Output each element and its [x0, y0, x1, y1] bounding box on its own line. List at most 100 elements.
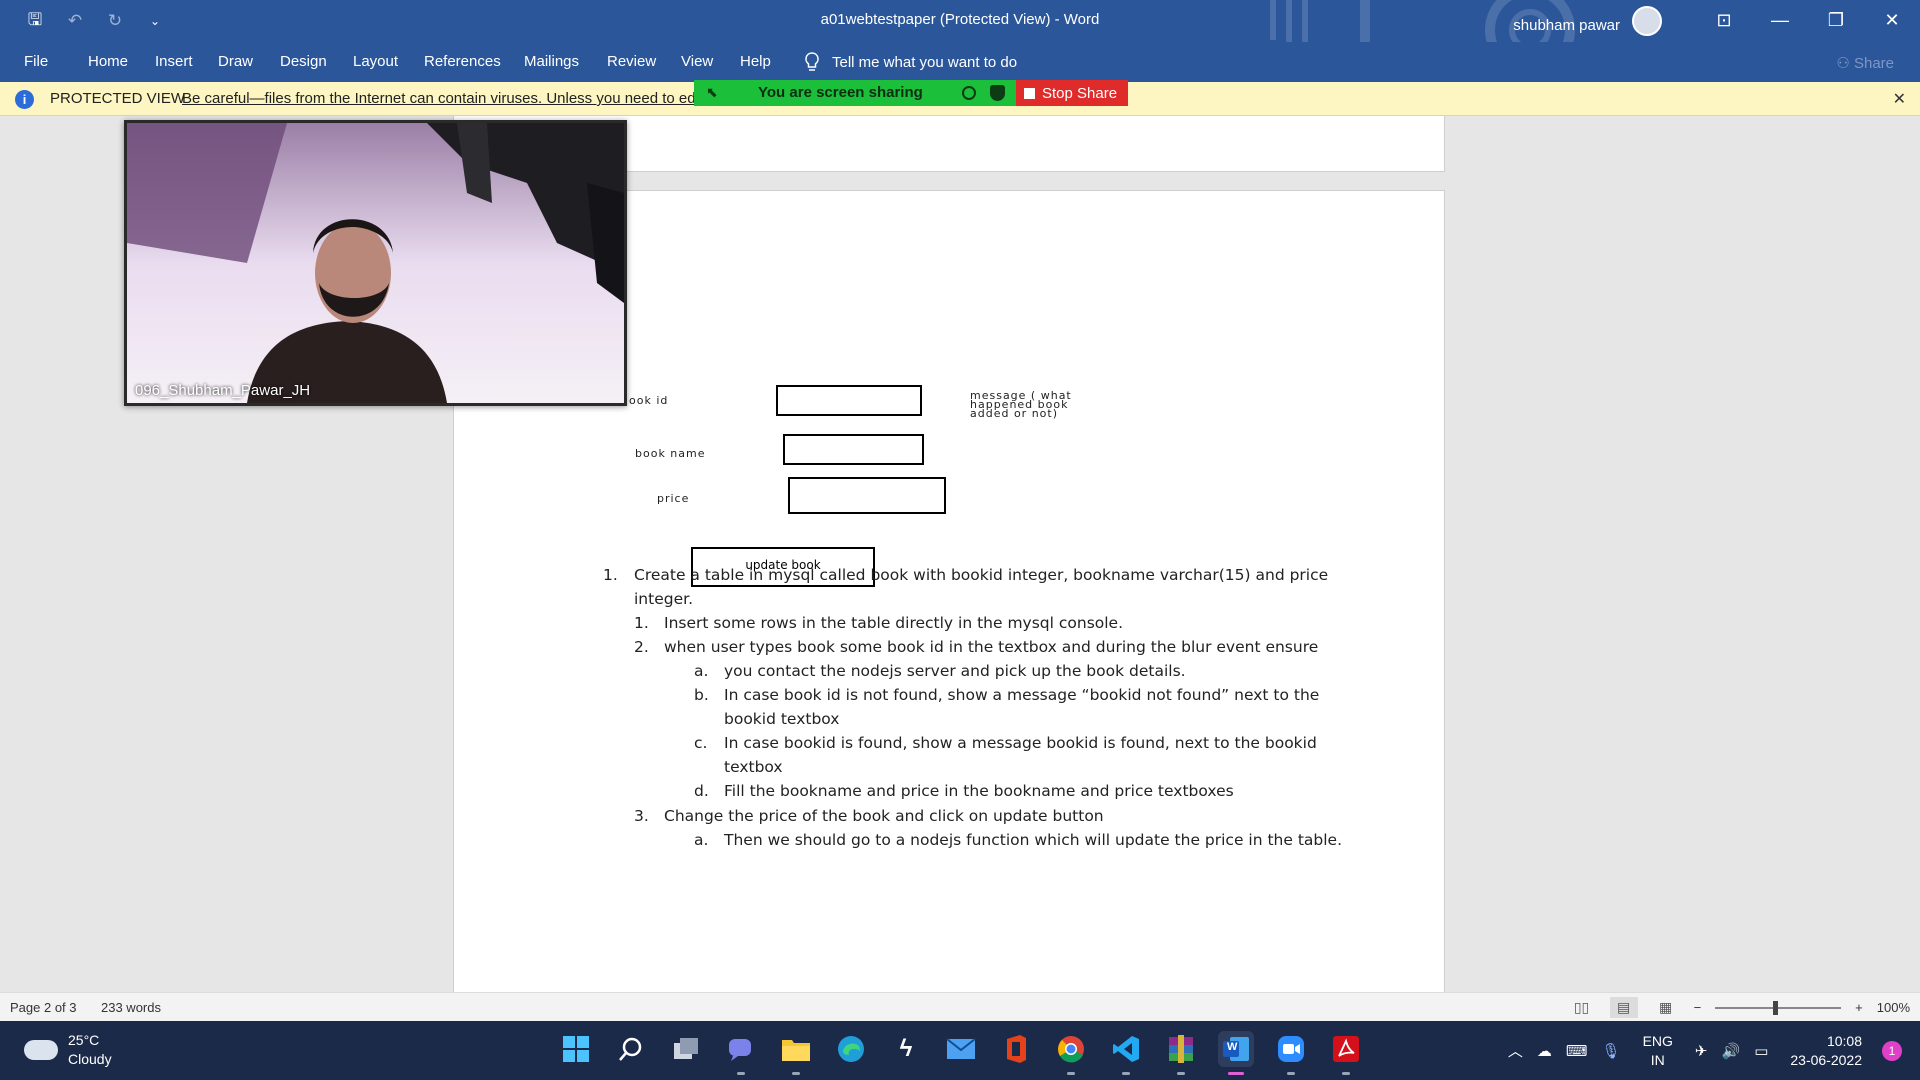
windows-start-icon[interactable] — [558, 1031, 594, 1067]
list-text: In case book id is not found, show a mes… — [724, 686, 1320, 704]
keyboard-icon[interactable]: ⌨ — [1566, 1042, 1588, 1060]
clock[interactable]: 10:08 23-06-2022 — [1790, 1032, 1862, 1070]
title-bar: 🖫 ↶ ↻ ⌄ a01webtestpaper (Protected View)… — [0, 0, 1920, 75]
tab-layout[interactable]: Layout — [353, 53, 398, 70]
minimize-button[interactable]: — — [1752, 0, 1808, 40]
list-marker: 2. — [634, 638, 649, 656]
record-icon[interactable] — [962, 86, 976, 100]
mail-icon[interactable] — [943, 1031, 979, 1067]
weather-widget[interactable]: 25°C Cloudy — [24, 1031, 112, 1069]
protected-view-message[interactable]: Be careful—files from the Internet can c… — [182, 90, 703, 107]
print-layout-icon[interactable]: ▤ — [1609, 997, 1638, 1018]
price-label: price — [657, 492, 690, 505]
system-tray: ︿ ☁ ⌨ 🎙 ENG IN ✈ 🔊 ▭ 10:08 23-06-2022 1 — [1508, 1021, 1920, 1080]
list-text: Insert some rows in the table directly i… — [664, 614, 1124, 632]
list-marker: b. — [694, 686, 709, 704]
lightbulb-icon — [805, 52, 819, 71]
task-view-icon[interactable] — [668, 1031, 704, 1067]
microphone-icon[interactable]: 🎙 — [1602, 1042, 1621, 1060]
user-account[interactable]: shubham pawar — [1513, 6, 1662, 40]
tab-view[interactable]: View — [681, 53, 713, 70]
user-name: shubham pawar — [1513, 16, 1620, 34]
zoom-icon[interactable] — [1273, 1031, 1309, 1075]
clock-date: 23-06-2022 — [1790, 1051, 1862, 1068]
window-controls: ⊡ — ❐ ✕ — [1696, 0, 1920, 40]
book-name-label: book name — [635, 447, 706, 460]
list-marker: c. — [694, 734, 708, 752]
tell-me-text: Tell me what you want to do — [832, 53, 1018, 71]
ribbon-display-options-icon[interactable]: ⊡ — [1696, 0, 1752, 40]
avatar[interactable] — [1632, 6, 1662, 36]
list-marker: 3. — [634, 807, 649, 825]
list-text: bookid textbox — [724, 710, 840, 728]
book-id-label: ook id — [629, 394, 669, 407]
shield-icon[interactable] — [990, 85, 1005, 101]
list-marker: a. — [694, 831, 709, 849]
word-taskbar-icon[interactable]: W — [1218, 1031, 1254, 1075]
notification-badge[interactable]: 1 — [1882, 1040, 1902, 1061]
tab-design[interactable]: Design — [280, 53, 327, 70]
clock-time: 10:08 — [1826, 1032, 1862, 1049]
share-button[interactable]: ⚇ Share — [1836, 54, 1894, 72]
list-marker: 1. — [634, 614, 649, 632]
list-text: textbox — [724, 758, 783, 776]
list-text: integer. — [634, 590, 693, 608]
tab-help[interactable]: Help — [740, 53, 771, 70]
screen-share-status[interactable]: ⬉ You are screen sharing — [694, 80, 1016, 106]
tab-mailings[interactable]: Mailings — [524, 53, 579, 70]
zoom-slider-thumb[interactable] — [1773, 1000, 1779, 1015]
zoom-in-button[interactable]: + — [1855, 1000, 1863, 1015]
office-icon[interactable] — [998, 1031, 1034, 1067]
list-marker: a. — [694, 662, 709, 680]
close-icon[interactable]: ✕ — [1893, 89, 1906, 109]
chevron-up-icon[interactable]: ︿ — [1508, 1040, 1523, 1061]
tab-insert[interactable]: Insert — [155, 53, 193, 70]
file-explorer-icon[interactable] — [778, 1031, 814, 1075]
page-count[interactable]: Page 2 of 3 — [10, 1000, 77, 1015]
zoom-slider[interactable] — [1715, 1000, 1842, 1015]
webcam-video[interactable]: 096_Shubham_Pawar_JH — [124, 120, 627, 406]
chrome-icon[interactable] — [1053, 1031, 1089, 1075]
volume-icon[interactable]: 🔊 — [1722, 1042, 1741, 1060]
list-marker: d. — [694, 782, 709, 800]
list-text: Fill the bookname and price in the bookn… — [724, 782, 1234, 800]
language-indicator[interactable]: ENG IN — [1643, 1032, 1673, 1070]
share-label: Share — [1853, 55, 1894, 72]
edge-icon[interactable] — [833, 1031, 869, 1067]
tab-draw[interactable]: Draw — [218, 53, 253, 70]
tab-home[interactable]: Home — [88, 53, 128, 70]
pin-icon[interactable]: ⬉ — [706, 84, 718, 101]
winrar-icon[interactable] — [1163, 1031, 1199, 1075]
person-icon: ⚇ — [1836, 55, 1850, 72]
teams-chat-icon[interactable] — [723, 1031, 759, 1075]
word-count[interactable]: 233 words — [101, 1000, 161, 1015]
tab-references[interactable]: References — [424, 53, 501, 70]
web-layout-icon[interactable]: ▦ — [1652, 997, 1680, 1018]
bolt-app-icon[interactable]: ϟ — [888, 1031, 924, 1067]
acrobat-icon[interactable] — [1328, 1031, 1364, 1075]
tab-file[interactable]: File — [24, 53, 48, 70]
weather-description: Cloudy — [68, 1051, 112, 1067]
book-name-box — [783, 434, 924, 465]
airplane-mode-icon[interactable]: ✈ — [1695, 1042, 1708, 1060]
zoom-out-button[interactable]: − — [1694, 1000, 1702, 1015]
list-marker: 1. — [603, 566, 618, 584]
read-mode-icon[interactable]: ▯▯ — [1568, 997, 1596, 1018]
price-box — [788, 477, 946, 514]
close-button[interactable]: ✕ — [1864, 0, 1920, 40]
message-label-line-3: added or not) — [970, 407, 1059, 420]
screen-share-bar: ⬉ You are screen sharing Stop Share — [694, 80, 1130, 106]
book-id-box — [776, 385, 922, 416]
language-code: ENG — [1642, 1032, 1673, 1049]
tell-me-box[interactable]: Tell me what you want to do — [804, 52, 1017, 72]
vscode-icon[interactable] — [1108, 1031, 1144, 1075]
zoom-level[interactable]: 100% — [1877, 1000, 1910, 1015]
onedrive-icon[interactable]: ☁ — [1537, 1042, 1552, 1060]
cloud-icon — [24, 1040, 58, 1060]
search-icon[interactable] — [613, 1031, 649, 1067]
tab-review[interactable]: Review — [607, 53, 656, 70]
stop-share-button[interactable]: Stop Share — [1016, 80, 1128, 106]
battery-icon[interactable]: ▭ — [1754, 1042, 1768, 1060]
restore-button[interactable]: ❐ — [1808, 0, 1864, 40]
region-code: IN — [1650, 1051, 1665, 1068]
